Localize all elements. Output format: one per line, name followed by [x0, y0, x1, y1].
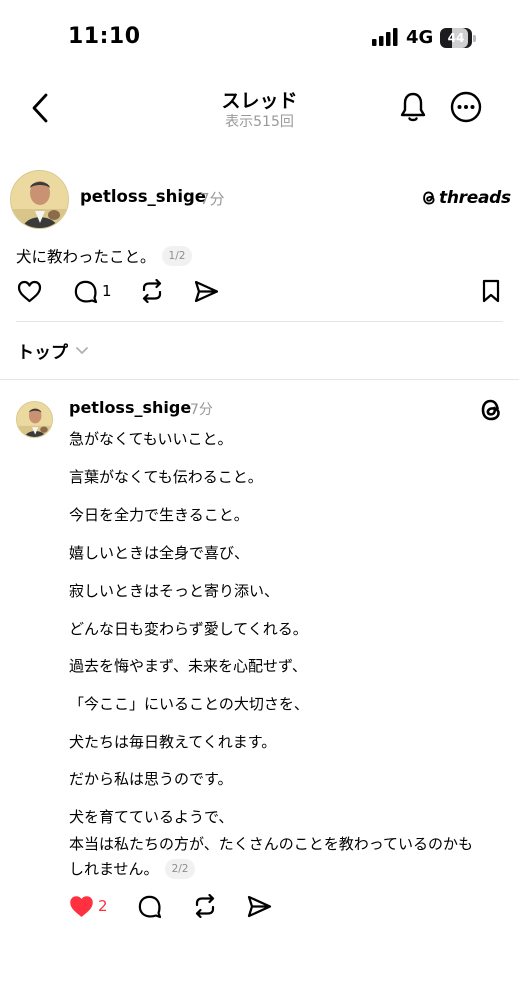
post-time: 7分 [200, 190, 225, 208]
reply-text-line: 今日を全力で生きること。 [69, 506, 249, 524]
reply-count: 1 [102, 282, 112, 300]
status-time: 11:10 [68, 24, 141, 49]
post-username[interactable]: petloss_shige [80, 187, 206, 206]
nav-bar: スレッド 表示515回 [0, 76, 519, 146]
more-options-button[interactable] [449, 90, 483, 124]
comment-button[interactable] [72, 278, 98, 304]
reply-text-line: 犬たちは毎日教えてくれます。 [69, 733, 277, 751]
reply-text-line: どんな日も変わらず愛してくれる。 [69, 620, 308, 638]
network-label: 4G [406, 27, 434, 48]
share-button[interactable] [247, 893, 273, 919]
threads-icon[interactable] [478, 396, 504, 424]
reply-text-line: 本当は私たちの方が、たくさんのことを教わっているのかも [69, 835, 473, 853]
repost-icon [142, 279, 161, 303]
bookmark-icon [482, 279, 500, 303]
status-bar: 11:10 4G 44 [0, 0, 519, 76]
page-title: スレッド [221, 90, 298, 112]
reply-avatar[interactable] [16, 401, 53, 438]
bookmark-button[interactable] [478, 278, 504, 304]
post-text-content: 犬に教わったこと。 [16, 248, 156, 266]
view-count: 表示515回 [225, 114, 294, 130]
reply-text-line: 急がなくてもいいこと。 [69, 430, 233, 448]
repost-button[interactable] [139, 278, 165, 304]
comment-icon [138, 895, 162, 918]
chevron-down-icon [76, 346, 88, 354]
like-button[interactable] [68, 893, 94, 919]
repost-button[interactable] [192, 893, 218, 919]
threads-logo[interactable]: threads [421, 187, 511, 209]
avatar-image [17, 402, 52, 437]
notification-button[interactable] [396, 90, 430, 124]
battery-body: 44 [440, 28, 472, 48]
reply-text-line: しれません。 2/2 [69, 858, 196, 879]
comment-button[interactable] [137, 893, 163, 919]
battery-tip [473, 35, 476, 42]
divider [0, 379, 519, 380]
share-button[interactable] [194, 278, 220, 304]
sort-label: トップ [17, 343, 68, 363]
more-icon [450, 91, 482, 123]
bell-icon [400, 92, 426, 122]
page-badge: 1/2 [161, 246, 193, 266]
reply-text-content: しれません。 [69, 860, 159, 878]
battery-icon: 44 [440, 28, 476, 48]
avatar-image [11, 171, 68, 228]
like-button[interactable] [16, 278, 42, 304]
divider [16, 321, 503, 322]
repost-icon [195, 894, 214, 918]
threads-logo-text: threads [439, 188, 511, 208]
share-icon [247, 895, 272, 917]
reply-text-line: 「今ここ」にいることの大切さを、 [69, 695, 309, 713]
signal-icon [372, 28, 398, 46]
avatar[interactable] [10, 170, 69, 229]
reply-username[interactable]: petloss_shige [69, 398, 191, 417]
reply-text-line: 嬉しいときは全身で喜び、 [69, 544, 250, 562]
heart-icon [69, 895, 93, 917]
reply-text-line: 過去を悔やまず、未来を心配せず、 [69, 657, 307, 675]
reply-text-line: 犬を育てているようで、 [69, 808, 234, 826]
heart-icon [17, 280, 41, 302]
page-badge: 2/2 [164, 858, 196, 879]
threads-icon [423, 191, 435, 205]
comment-icon [74, 280, 97, 303]
share-icon [194, 280, 219, 302]
like-count: 2 [98, 897, 108, 915]
post-actions: 1 [16, 278, 220, 304]
battery-label: 44 [447, 31, 465, 45]
reply-actions: 2 [68, 893, 273, 919]
reply-text-line: 言葉がなくても伝わること。 [69, 468, 263, 486]
post-text: 犬に教わったこと。 1/2 [16, 245, 193, 267]
reply-time: 7分 [190, 402, 213, 418]
reply-text-line: 寂しいときはそっと寄り添い、 [69, 582, 280, 600]
reply-text-line: だから私は思うのです。 [69, 770, 233, 788]
sort-dropdown[interactable]: トップ [17, 338, 89, 363]
